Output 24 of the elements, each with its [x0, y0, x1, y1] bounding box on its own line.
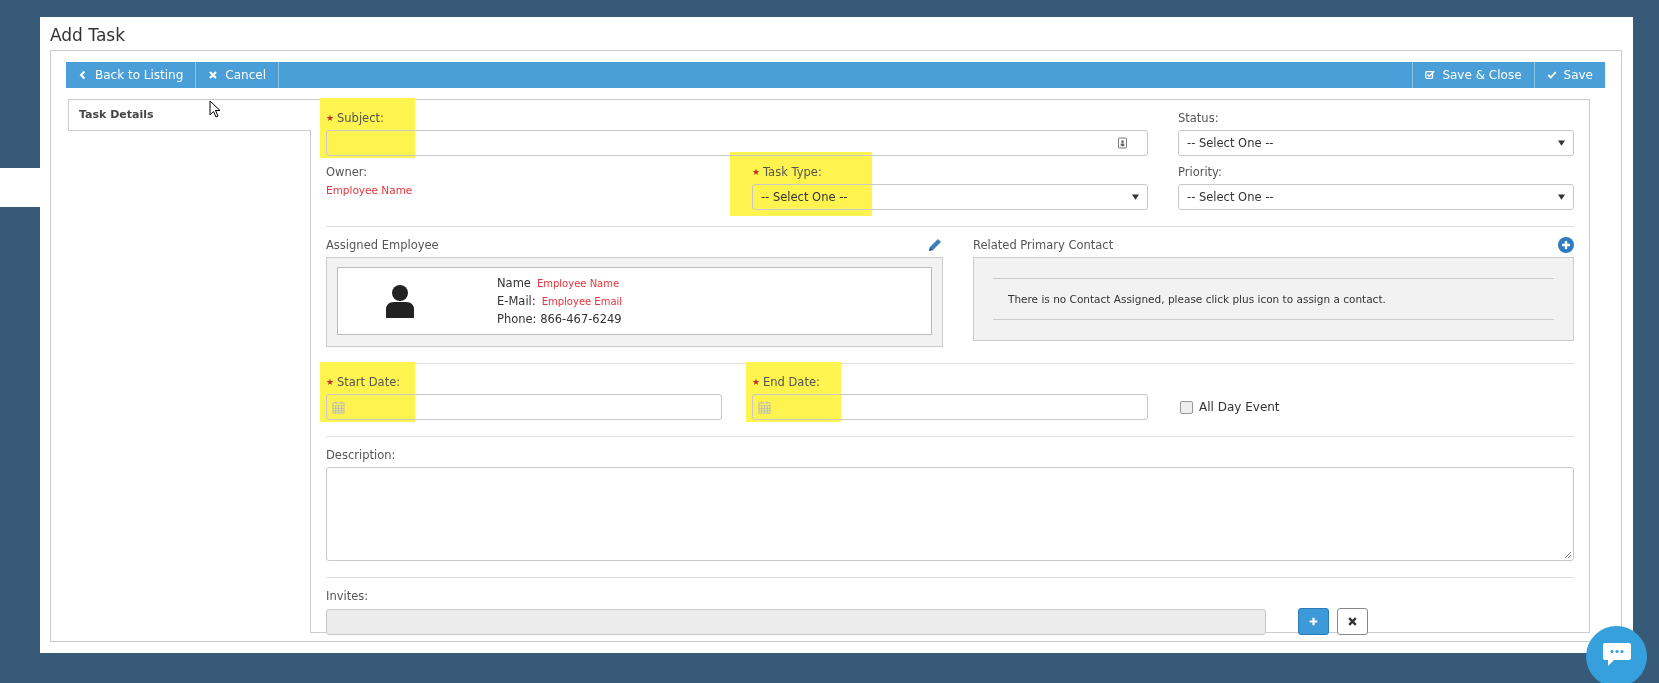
- field-label: Status:: [1178, 111, 1219, 125]
- priority-dropdown[interactable]: -- Select One --: [1178, 184, 1574, 210]
- task-type-dropdown[interactable]: -- Select One --: [752, 184, 1148, 210]
- empty-contact-message: There is no Contact Assigned, please click plus icon to assign a contact.: [993, 278, 1554, 320]
- owner-name: Employee Name: [326, 184, 414, 196]
- field-label: Subject:: [337, 111, 384, 125]
- info-label: E-Mail:: [497, 294, 536, 308]
- employee-email: Employee Email: [541, 296, 623, 307]
- info-label: Name: [497, 276, 531, 290]
- status-dropdown[interactable]: -- Select One --: [1178, 130, 1574, 156]
- field-label: Start Date:: [337, 375, 401, 389]
- page-title: Add Task: [50, 25, 126, 45]
- all-day-checkbox[interactable]: All Day Event: [1180, 394, 1280, 420]
- field-label: Priority:: [1178, 165, 1222, 179]
- field-label: Description:: [326, 448, 396, 462]
- section-title: Related Primary Contact: [973, 238, 1114, 252]
- tab[interactable]: Task Details: [68, 99, 311, 131]
- field-label: Task Type:: [763, 165, 822, 179]
- section-title: Assigned Employee: [326, 238, 439, 252]
- field-label: End Date:: [763, 375, 820, 389]
- field-label: Invites:: [326, 589, 369, 603]
- employee-phone: Phone: 866-467-6249: [497, 312, 622, 326]
- employee-name: Employee Name: [536, 278, 620, 289]
- field-label: Owner:: [326, 165, 368, 179]
